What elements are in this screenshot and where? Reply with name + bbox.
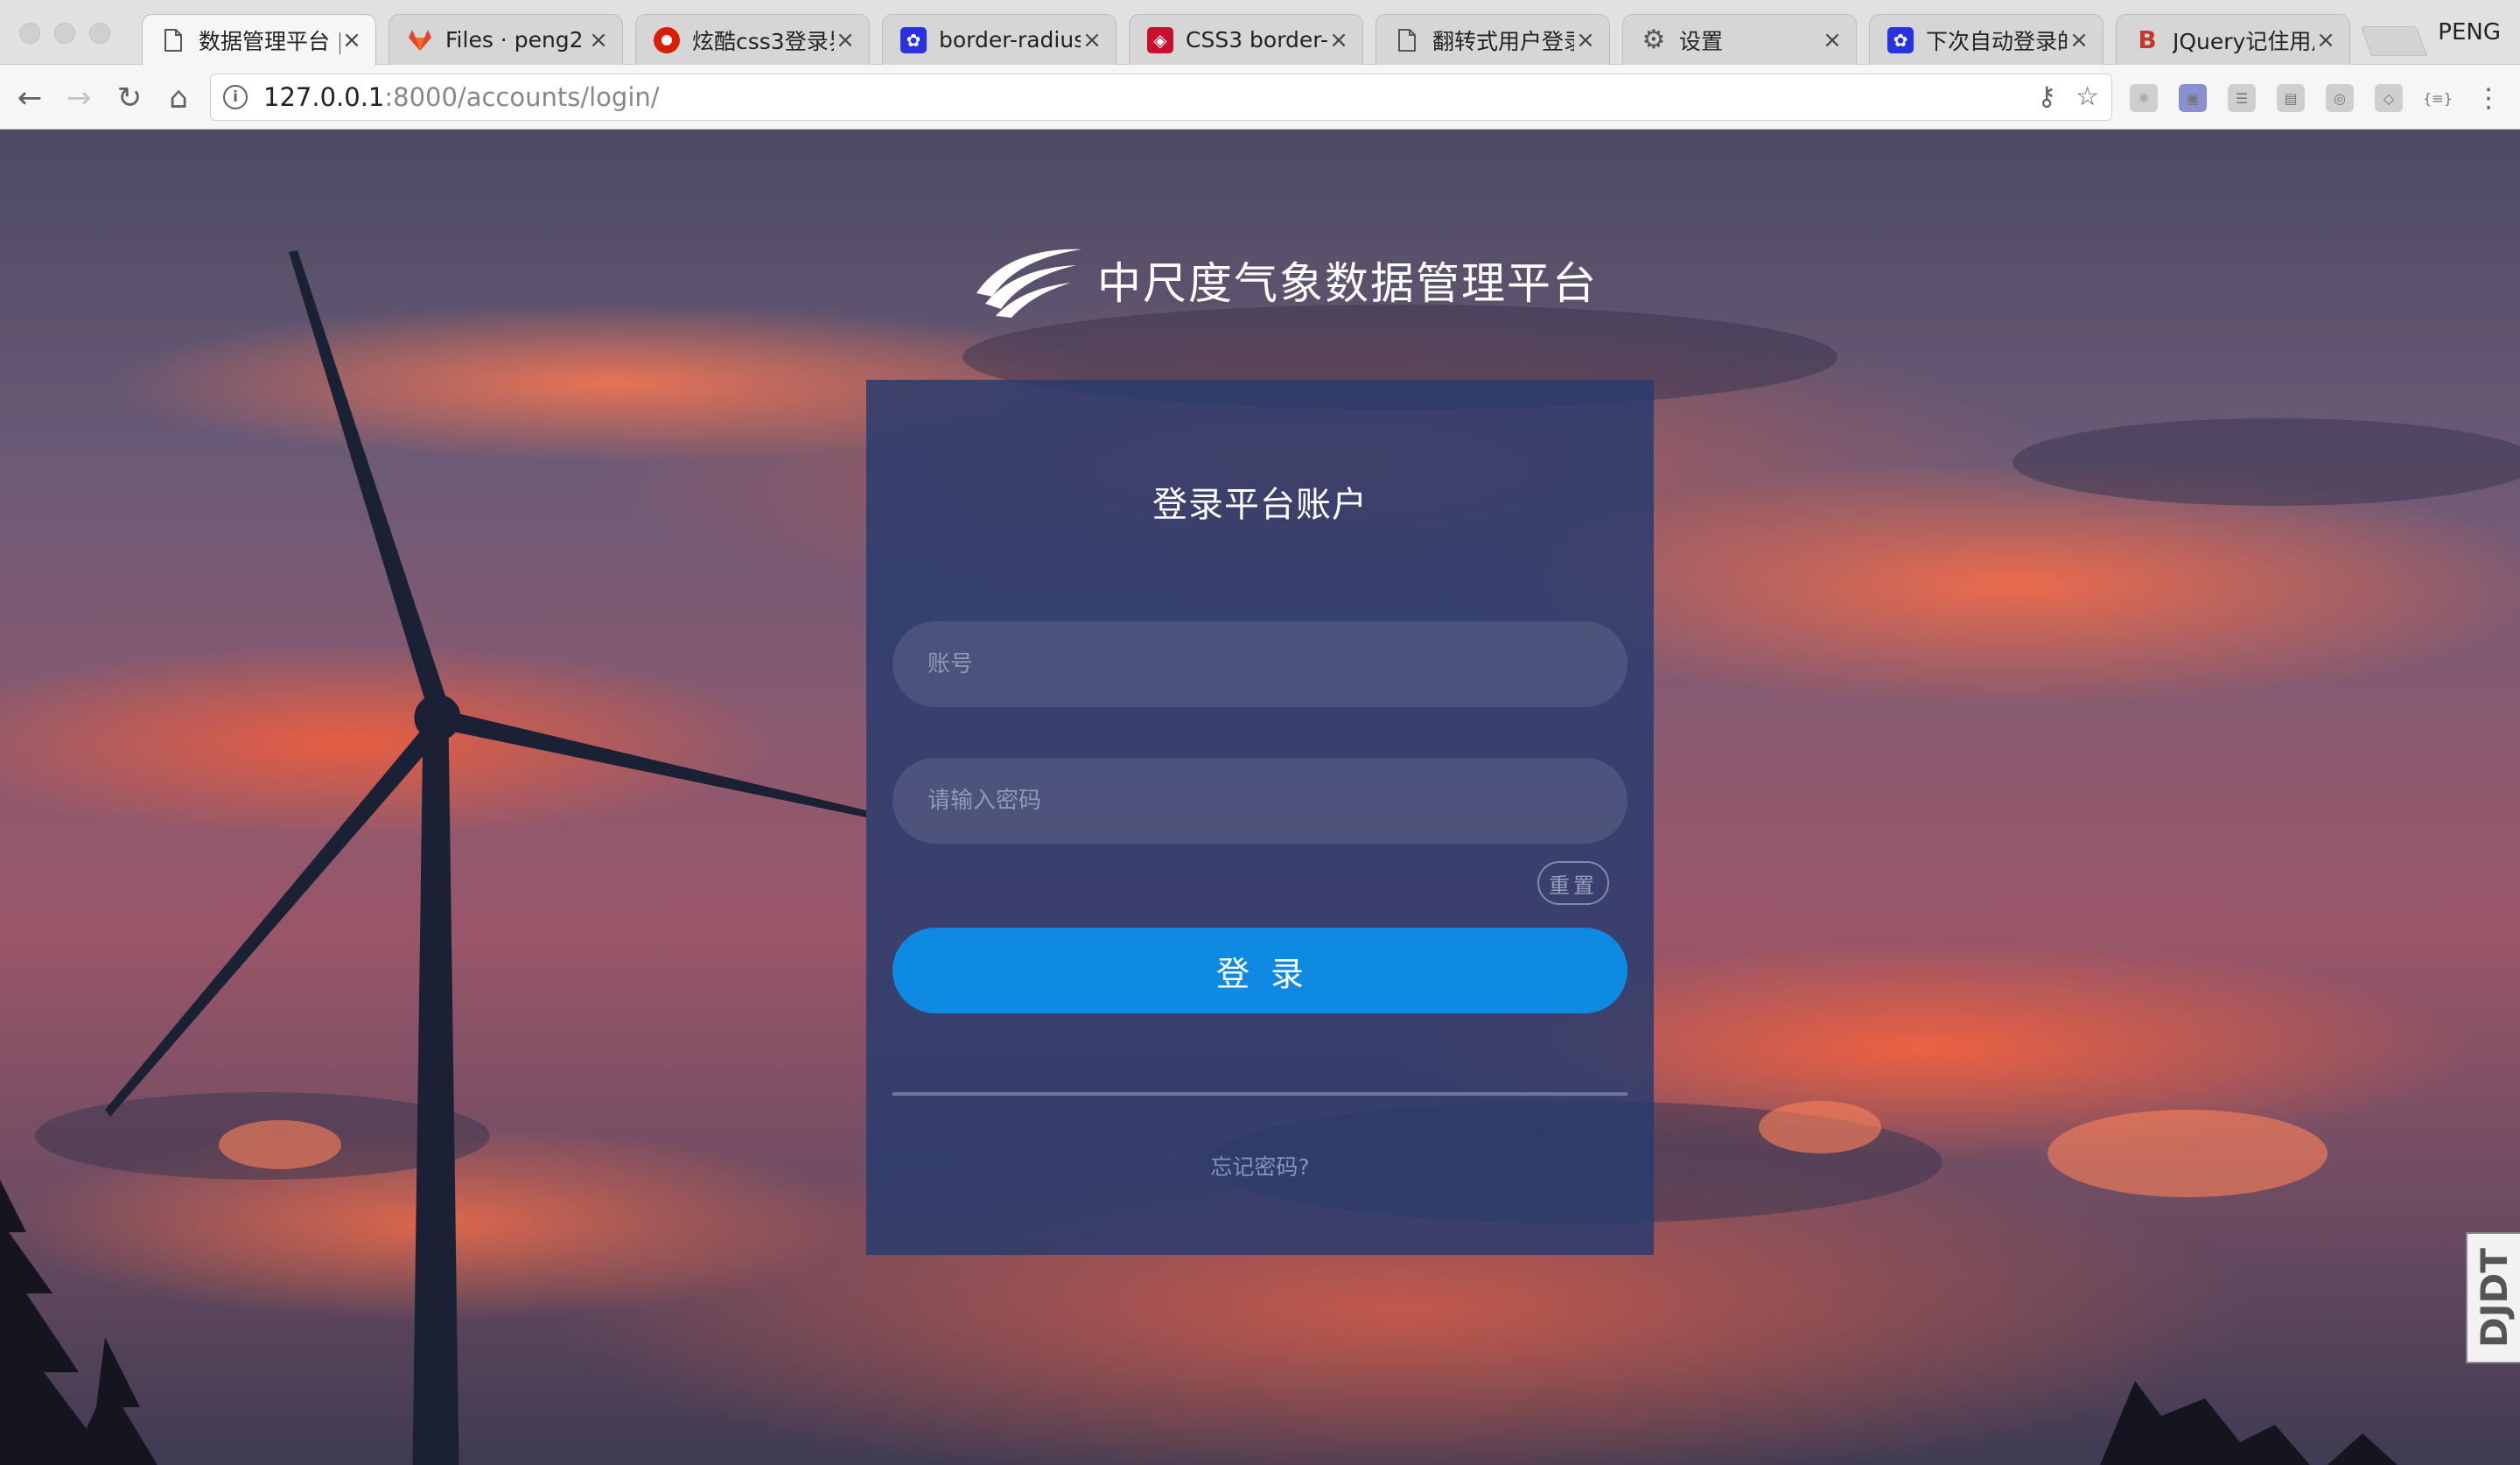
brand-header: 中尺度气象数据管理平台	[973, 236, 1598, 324]
address-path: :8000/accounts/login/	[384, 82, 660, 112]
close-icon[interactable]: ×	[587, 27, 610, 53]
password-input[interactable]	[892, 758, 1628, 844]
browser-tab[interactable]: 翻转式用户登录 ×	[1376, 14, 1610, 65]
forgot-password-link[interactable]: 忘记密码?	[866, 1150, 1654, 1181]
tab-title: border-radius_	[939, 27, 1081, 53]
page-icon	[160, 27, 186, 53]
info-icon[interactable]: i	[223, 85, 248, 109]
tab-title: JQuery记住用户	[2173, 28, 2314, 54]
extension-icon[interactable]: ◎	[2326, 84, 2354, 112]
forward-icon[interactable]: →	[61, 81, 96, 116]
extension-icon[interactable]: ▤	[2277, 84, 2305, 112]
debug-toolbar-label: DJDT	[2472, 1247, 2516, 1348]
bookmark-star-icon[interactable]: ☆	[2076, 81, 2099, 112]
new-tab-button[interactable]	[2360, 26, 2428, 56]
username-input[interactable]	[892, 621, 1628, 707]
close-icon[interactable]: ×	[1081, 27, 1103, 53]
reload-icon[interactable]: ↻	[112, 81, 147, 116]
b-logo-icon: B	[2138, 25, 2157, 54]
gitlab-icon	[407, 27, 433, 53]
gear-icon: ⚙	[1642, 25, 1666, 55]
extension-icon[interactable]: ▣	[2179, 84, 2207, 112]
reset-button[interactable]: 重置	[1537, 861, 1609, 905]
extension-icon[interactable]: ☰	[2228, 84, 2256, 112]
brand-title: 中尺度气象数据管理平台	[1097, 258, 1598, 309]
extension-icon[interactable]: ⚛	[2130, 84, 2158, 112]
profile-name[interactable]: PENG	[2438, 19, 2501, 46]
login-card: 登录平台账户 重置 登录 忘记密码?	[866, 380, 1654, 1255]
close-icon[interactable]: ×	[2068, 27, 2090, 53]
css-icon: ◈	[1147, 26, 1173, 53]
tab-title: 翻转式用户登录	[1432, 28, 1574, 54]
key-icon[interactable]: ⚷	[2037, 81, 2056, 112]
browser-tab[interactable]: ✿ border-radius_ ×	[882, 14, 1116, 65]
close-icon[interactable]: ×	[1327, 27, 1350, 53]
home-icon[interactable]: ⌂	[161, 81, 196, 116]
red-circle-icon	[654, 26, 680, 53]
extension-icon[interactable]: {≡}	[2423, 84, 2453, 112]
close-icon[interactable]: ×	[1574, 27, 1597, 53]
browser-tab[interactable]: ⚙ 设置 ×	[1622, 14, 1857, 65]
close-icon[interactable]: ×	[2314, 27, 2337, 53]
browser-tab[interactable]: Files · peng2 · ×	[388, 14, 623, 65]
login-page: 中尺度气象数据管理平台 登录平台账户 重置 登录 忘记密码? DJDT	[0, 130, 2520, 1465]
tab-title: 下次自动登录的	[1926, 28, 2068, 54]
address-host: 127.0.0.1	[263, 82, 385, 112]
address-url[interactable]: 127.0.0.1:8000/accounts/login/	[263, 82, 660, 112]
close-icon[interactable]: ×	[1821, 27, 1844, 53]
debug-toolbar-handle[interactable]: DJDT	[2466, 1232, 2520, 1363]
divider	[892, 1092, 1628, 1096]
tab-title: CSS3 border-ra	[1186, 27, 1327, 53]
maximize-window-button[interactable]	[89, 23, 110, 44]
browser-tab[interactable]: ◈ CSS3 border-ra ×	[1129, 14, 1363, 65]
login-title: 登录平台账户	[1152, 485, 1368, 525]
back-icon[interactable]: ←	[12, 81, 47, 116]
close-icon[interactable]: ×	[834, 27, 857, 53]
tab-title: 炫酷css3登录界	[692, 28, 834, 54]
menu-icon[interactable]: ⋮	[2471, 81, 2506, 116]
baidu-paw-icon: ✿	[1887, 26, 1914, 53]
browser-tab[interactable]: 炫酷css3登录界 ×	[635, 14, 870, 65]
minimize-window-button[interactable]	[54, 23, 75, 44]
page-icon	[1394, 27, 1420, 53]
tab-title: Files · peng2 ·	[445, 27, 587, 53]
tab-title: 设置	[1679, 28, 1724, 54]
extension-icon[interactable]: ◇	[2375, 84, 2403, 112]
browser-toolbar: ← → ↻ ⌂ i 127.0.0.1:8000/accounts/login/…	[0, 65, 2520, 130]
brand-logo-icon	[976, 249, 1082, 318]
close-window-button[interactable]	[19, 23, 40, 44]
login-button[interactable]: 登录	[892, 928, 1628, 1013]
address-bar[interactable]: i 127.0.0.1:8000/accounts/login/ ⚷ ☆	[210, 74, 2112, 121]
browser-tab-strip: 数据管理平台 | × Files · peng2 · × 炫酷css3登录界 ×…	[0, 0, 2520, 66]
baidu-paw-icon: ✿	[900, 26, 927, 53]
browser-tab[interactable]: 数据管理平台 | ×	[142, 14, 376, 66]
browser-tab[interactable]: B JQuery记住用户 ×	[2116, 14, 2350, 65]
browser-tab[interactable]: ✿ 下次自动登录的 ×	[1869, 14, 2104, 65]
tab-title: 数据管理平台 |	[199, 29, 340, 54]
close-icon[interactable]: ×	[340, 27, 363, 53]
